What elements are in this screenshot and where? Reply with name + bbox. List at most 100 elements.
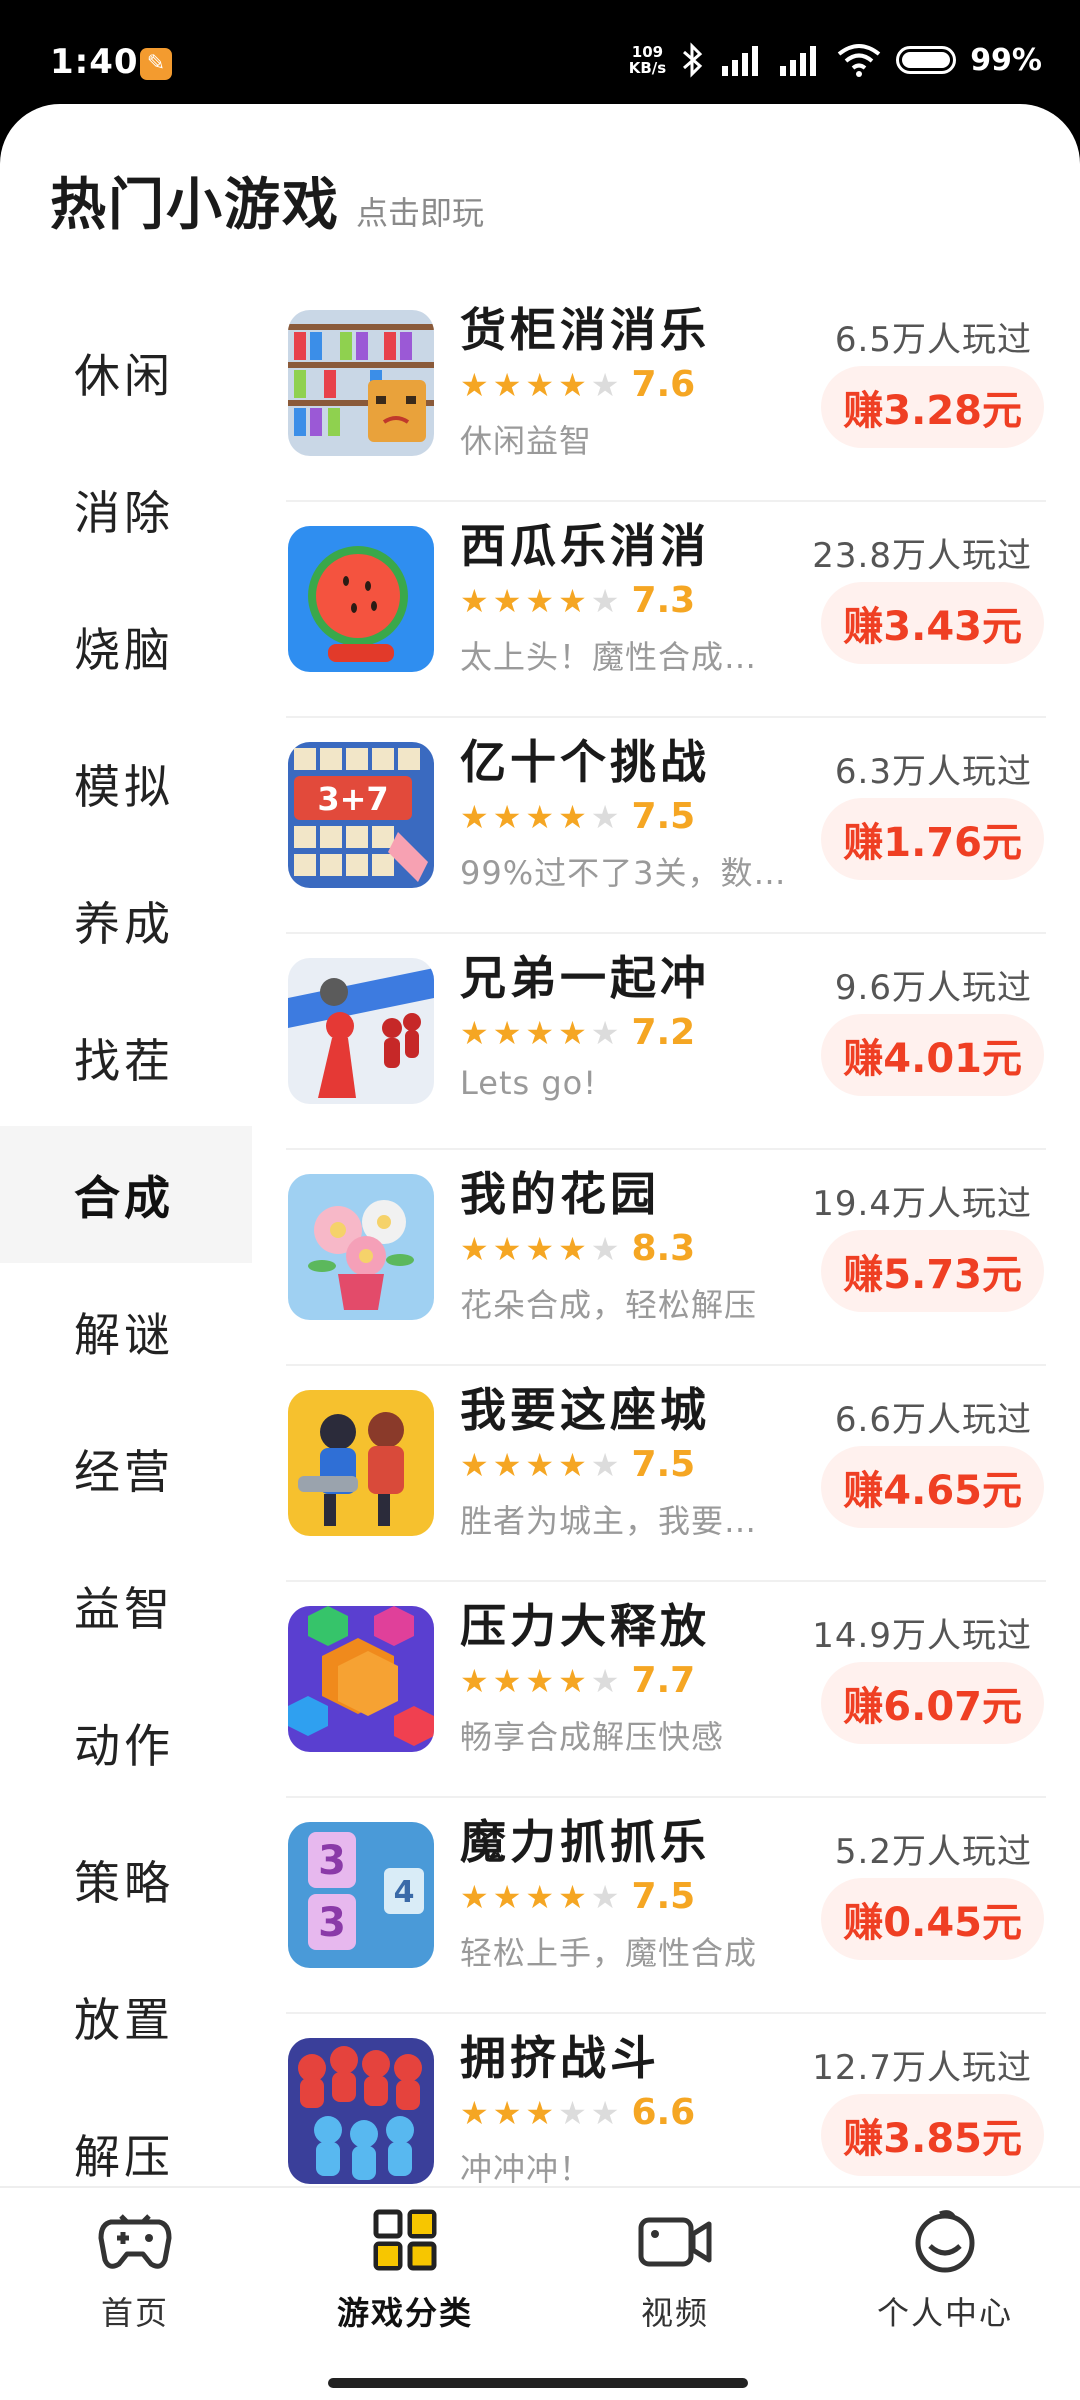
nav-home[interactable]: 首页 [0, 2208, 270, 2334]
player-count: 12.7万人玩过 [812, 2048, 1032, 2088]
player-count: 5.2万人玩过 [834, 1832, 1032, 1872]
sidebar-item-moni[interactable]: 模拟 [0, 715, 252, 852]
sidebar-item-xiaochu[interactable]: 消除 [0, 441, 252, 578]
game-row[interactable]: 兄弟一起冲 ★ ★ ★ ★ ★ 7.2 Lets go! 9.6万人玩过 赚4.01元 [286, 934, 1046, 1150]
signal-icon-2 [780, 46, 817, 76]
game-icon-number-grid: 3+7 [288, 742, 434, 888]
category-sidebar: 休闲 消除 烧脑 模拟 养成 找茬 合成 解谜 经营 益智 动作 策略 放置 解… [0, 304, 252, 2222]
star-icon: ★ [525, 365, 555, 404]
star-empty-icon: ★ [590, 1877, 620, 1916]
earn-button[interactable]: 赚4.65元 [821, 1446, 1044, 1528]
game-row[interactable]: 货柜消消乐 ★ ★ ★ ★ ★ 7.6 休闲益智 6.5万人玩过 赚3.28元 [286, 286, 1046, 502]
star-half-icon: ★ [558, 365, 587, 404]
star-icon: ★ [460, 1013, 489, 1052]
nav-game-category-label: 游戏分类 [336, 2294, 473, 2332]
game-rating: ★ ★ ★ ★ ★ 7.2 [460, 1012, 695, 1053]
game-icon-flowers [288, 1174, 434, 1320]
game-icon-number-tiles: 3 3 4 [288, 1822, 434, 1968]
game-description: 畅享合成解压快感 [460, 1718, 725, 1756]
game-icon-crowd [288, 2038, 434, 2184]
star-icon: ★ [492, 1013, 522, 1052]
svg-text:3: 3 [318, 1900, 346, 1946]
game-row[interactable]: 334 魔力抓抓乐 ★ ★ ★ ★ ★ 7.5 轻松上手，魔性合成 5.2万人玩过 赚0… [286, 1798, 1046, 2014]
game-icon-watermelon [288, 526, 434, 672]
star-icon: ★ [460, 581, 489, 620]
game-row[interactable]: 压力大释放 ★ ★ ★ ★ ★ 7.7 畅享合成解压快感 14.9万人玩过 赚6.07元 [286, 1582, 1046, 1798]
sidebar-item-yangcheng[interactable]: 养成 [0, 852, 252, 989]
star-icon: ★ [492, 1229, 522, 1268]
star-icon: ★ [460, 797, 489, 836]
earn-button[interactable]: 赚4.01元 [821, 1014, 1044, 1096]
earn-button[interactable]: 赚5.73元 [821, 1230, 1044, 1312]
page-header: 热门小游戏 点击即玩 [50, 160, 484, 241]
star-icon: ★ [492, 2093, 522, 2132]
star-empty-icon: ★ [590, 1445, 620, 1484]
star-icon: ★ [525, 1445, 555, 1484]
home-indicator[interactable] [328, 2378, 748, 2388]
nav-video[interactable]: 视频 [540, 2208, 810, 2334]
player-count: 14.9万人玩过 [812, 1616, 1032, 1656]
game-name: 我要这座城 [460, 1383, 710, 1437]
earn-button[interactable]: 赚3.43元 [821, 582, 1044, 664]
star-icon: ★ [525, 1877, 555, 1916]
star-empty-icon: ★ [590, 1229, 620, 1268]
nav-personal-center[interactable]: 个人中心 [810, 2208, 1080, 2334]
game-description: 99%过不了3关，数… [460, 854, 787, 892]
sidebar-item-yizhi[interactable]: 益智 [0, 1537, 252, 1674]
game-description: Lets go! [460, 1064, 598, 1102]
rating-value: 7.5 [631, 1444, 696, 1485]
game-icon-city-soldiers [288, 1390, 434, 1536]
star-empty-icon: ★ [590, 797, 620, 836]
rating-value: 7.7 [631, 1660, 696, 1701]
smiley-icon [915, 2210, 975, 2273]
game-category-sheet: 热门小游戏 点击即玩 休闲 消除 烧脑 模拟 养成 找茬 合成 解谜 经营 益智… [0, 104, 1080, 2400]
svg-text:3: 3 [318, 1838, 346, 1884]
game-name: 我的花园 [460, 1167, 660, 1221]
game-description: 休闲益智 [460, 422, 593, 460]
sidebar-item-hecheng[interactable]: 合成 [0, 1126, 252, 1263]
star-empty-icon: ★ [590, 581, 620, 620]
rating-value: 7.3 [631, 580, 696, 621]
sidebar-item-jingying[interactable]: 经营 [0, 1400, 252, 1537]
nav-personal-center-label: 个人中心 [876, 2294, 1013, 2332]
sidebar-item-zhaocha[interactable]: 找茬 [0, 989, 252, 1126]
game-row[interactable]: 我要这座城 ★ ★ ★ ★ ★ 7.5 胜者为城主，我要… 6.6万人玩过 赚4.65元 [286, 1366, 1046, 1582]
status-icons: 109 KB/s 99% [629, 40, 1042, 80]
sidebar-item-fangzhi[interactable]: 放置 [0, 1948, 252, 2085]
game-icon-runner [288, 958, 434, 1104]
game-name: 魔力抓抓乐 [460, 1815, 710, 1869]
network-speed-value: 109 [631, 43, 664, 61]
battery-percent: 99% [970, 42, 1042, 78]
page-subtitle: 点击即玩 [356, 194, 485, 232]
earn-button[interactable]: 赚1.76元 [821, 798, 1044, 880]
star-icon: ★ [525, 2093, 555, 2132]
game-row[interactable]: 3+7 亿十个挑战 ★ ★ ★ ★ ★ 7.5 99%过不了3关，数… 6.3万人玩过 … [286, 718, 1046, 934]
star-icon: ★ [525, 1013, 555, 1052]
earn-button[interactable]: 赚3.28元 [821, 366, 1044, 448]
sidebar-item-dongzuo[interactable]: 动作 [0, 1674, 252, 1811]
player-count: 6.6万人玩过 [834, 1400, 1032, 1440]
sidebar-item-jiemi[interactable]: 解谜 [0, 1263, 252, 1400]
star-icon: ★ [460, 365, 489, 404]
game-rating: ★ ★ ★ ★ ★ 8.3 [460, 1228, 695, 1269]
sidebar-item-xiuxian[interactable]: 休闲 [0, 304, 252, 441]
earn-button[interactable]: 赚0.45元 [821, 1878, 1044, 1960]
game-description: 太上头！魔性合成… [460, 638, 758, 676]
nav-game-category[interactable]: 游戏分类 [270, 2208, 540, 2334]
game-name: 拥挤战斗 [460, 2031, 660, 2085]
game-icon-shelf [288, 310, 434, 456]
sidebar-item-shaonao[interactable]: 烧脑 [0, 578, 252, 715]
player-count: 6.5万人玩过 [834, 320, 1032, 360]
nav-video-label: 视频 [640, 2294, 709, 2332]
earn-button[interactable]: 赚3.85元 [821, 2094, 1044, 2176]
bluetooth-icon [683, 42, 703, 78]
svg-text:4: 4 [394, 1875, 415, 1910]
rating-value: 7.5 [631, 1876, 696, 1917]
player-count: 19.4万人玩过 [812, 1184, 1032, 1224]
sidebar-item-celue[interactable]: 策略 [0, 1811, 252, 1948]
star-icon: ★ [525, 1661, 555, 1700]
game-row[interactable]: 西瓜乐消消 ★ ★ ★ ★ ★ 7.3 太上头！魔性合成… 23.8万人玩过 赚3.43… [286, 502, 1046, 718]
game-row[interactable]: 我的花园 ★ ★ ★ ★ ★ 8.3 花朵合成，轻松解压 19.4万人玩过 赚5.73元 [286, 1150, 1046, 1366]
earn-button[interactable]: 赚6.07元 [821, 1662, 1044, 1744]
video-icon [638, 2217, 712, 2267]
